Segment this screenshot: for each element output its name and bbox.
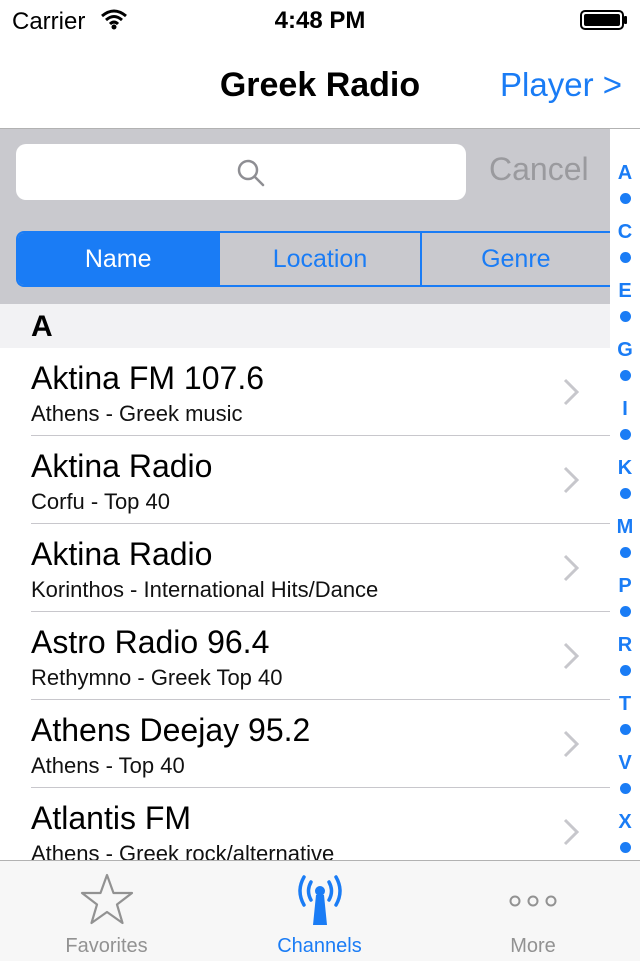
list-item[interactable]: Atlantis FM Athens - Greek rock/alternat… (0, 788, 610, 860)
index-letter[interactable]: T (610, 691, 640, 717)
star-icon (80, 873, 133, 925)
navigation-bar: Greek Radio Player > (0, 40, 640, 129)
index-letter[interactable]: E (610, 278, 640, 304)
status-time: 4:48 PM (274, 7, 366, 34)
station-title: Atlantis FM (31, 800, 192, 836)
segmented-control: Name Location Genre (16, 231, 610, 287)
index-dot (610, 724, 640, 750)
index-dot (610, 488, 640, 514)
station-title: Athens Deejay 95.2 (31, 712, 311, 748)
index-letter[interactable]: P (610, 573, 640, 599)
tab-bar: Favorites Channels More (0, 860, 640, 961)
segment-location[interactable]: Location (218, 233, 422, 285)
index-letter[interactable]: R (610, 632, 640, 658)
station-list: Aktina FM 107.6 Athens - Greek music Akt… (0, 348, 610, 860)
chevron-right-icon (563, 642, 579, 670)
index-dot (610, 252, 640, 278)
list-item[interactable]: Aktina Radio Korinthos - International H… (0, 524, 610, 612)
index-letter[interactable]: V (610, 750, 640, 776)
tab-channels[interactable]: Channels (213, 861, 426, 961)
index-letter[interactable]: C (610, 219, 640, 245)
chevron-right-icon (563, 554, 579, 582)
chevron-right-icon (563, 466, 579, 494)
index-letter[interactable]: K (610, 455, 640, 481)
player-button[interactable]: Player > (500, 66, 622, 104)
battery-icon (580, 10, 627, 30)
station-subtitle: Korinthos - International Hits/Dance (31, 577, 379, 602)
index-letter[interactable]: I (610, 396, 640, 422)
cancel-button[interactable]: Cancel (489, 151, 589, 188)
search-input[interactable] (16, 144, 466, 200)
station-title: Astro Radio 96.4 (31, 624, 270, 660)
search-area: Cancel Name Location Genre (0, 129, 610, 304)
station-title: Aktina Radio (31, 448, 213, 484)
station-title: Aktina FM 107.6 (31, 360, 264, 396)
chevron-right-icon (563, 378, 579, 406)
list-item[interactable]: Athens Deejay 95.2 Athens - Top 40 (0, 700, 610, 788)
station-subtitle: Athens - Greek rock/alternative (31, 841, 335, 860)
station-subtitle: Rethymno - Greek Top 40 (31, 665, 283, 690)
index-letter[interactable]: X (610, 809, 640, 835)
station-subtitle: Athens - Greek music (31, 401, 243, 426)
index-dot (610, 606, 640, 632)
list-item[interactable]: Aktina FM 107.6 Athens - Greek music (0, 348, 610, 436)
tab-label: Channels (277, 935, 362, 957)
station-subtitle: Athens - Top 40 (31, 753, 185, 778)
index-dot (610, 665, 640, 691)
section-header: A (0, 304, 610, 348)
segment-genre[interactable]: Genre (422, 233, 610, 285)
index-letter[interactable]: G (610, 337, 640, 363)
tab-label: More (510, 935, 556, 957)
more-icon (509, 895, 557, 907)
station-title: Aktina Radio (31, 536, 213, 572)
station-subtitle: Corfu - Top 40 (31, 489, 171, 514)
index-dot (610, 429, 640, 455)
segment-name[interactable]: Name (18, 233, 219, 285)
radio-tower-icon (297, 875, 342, 925)
section-header-label: A (31, 310, 53, 343)
search-icon (237, 159, 265, 187)
list-item[interactable]: Astro Radio 96.4 Rethymno - Greek Top 40 (0, 612, 610, 700)
index-letter[interactable]: A (610, 160, 640, 186)
tab-more[interactable]: More (426, 861, 640, 961)
status-bar: Carrier 4:48 PM (0, 0, 640, 40)
tab-favorites[interactable]: Favorites (0, 861, 213, 961)
index-dot (610, 370, 640, 396)
index-letter[interactable]: M (610, 514, 640, 540)
chevron-right-icon (563, 730, 579, 758)
list-item[interactable]: Aktina Radio Corfu - Top 40 (0, 436, 610, 524)
index-dot (610, 193, 640, 219)
tab-label: Favorites (65, 935, 148, 957)
index-dot (610, 311, 640, 337)
index-dot (610, 783, 640, 809)
section-index[interactable]: A C E G I K M P R T V X Z # (610, 160, 640, 920)
index-dot (610, 547, 640, 573)
chevron-right-icon (563, 818, 579, 846)
